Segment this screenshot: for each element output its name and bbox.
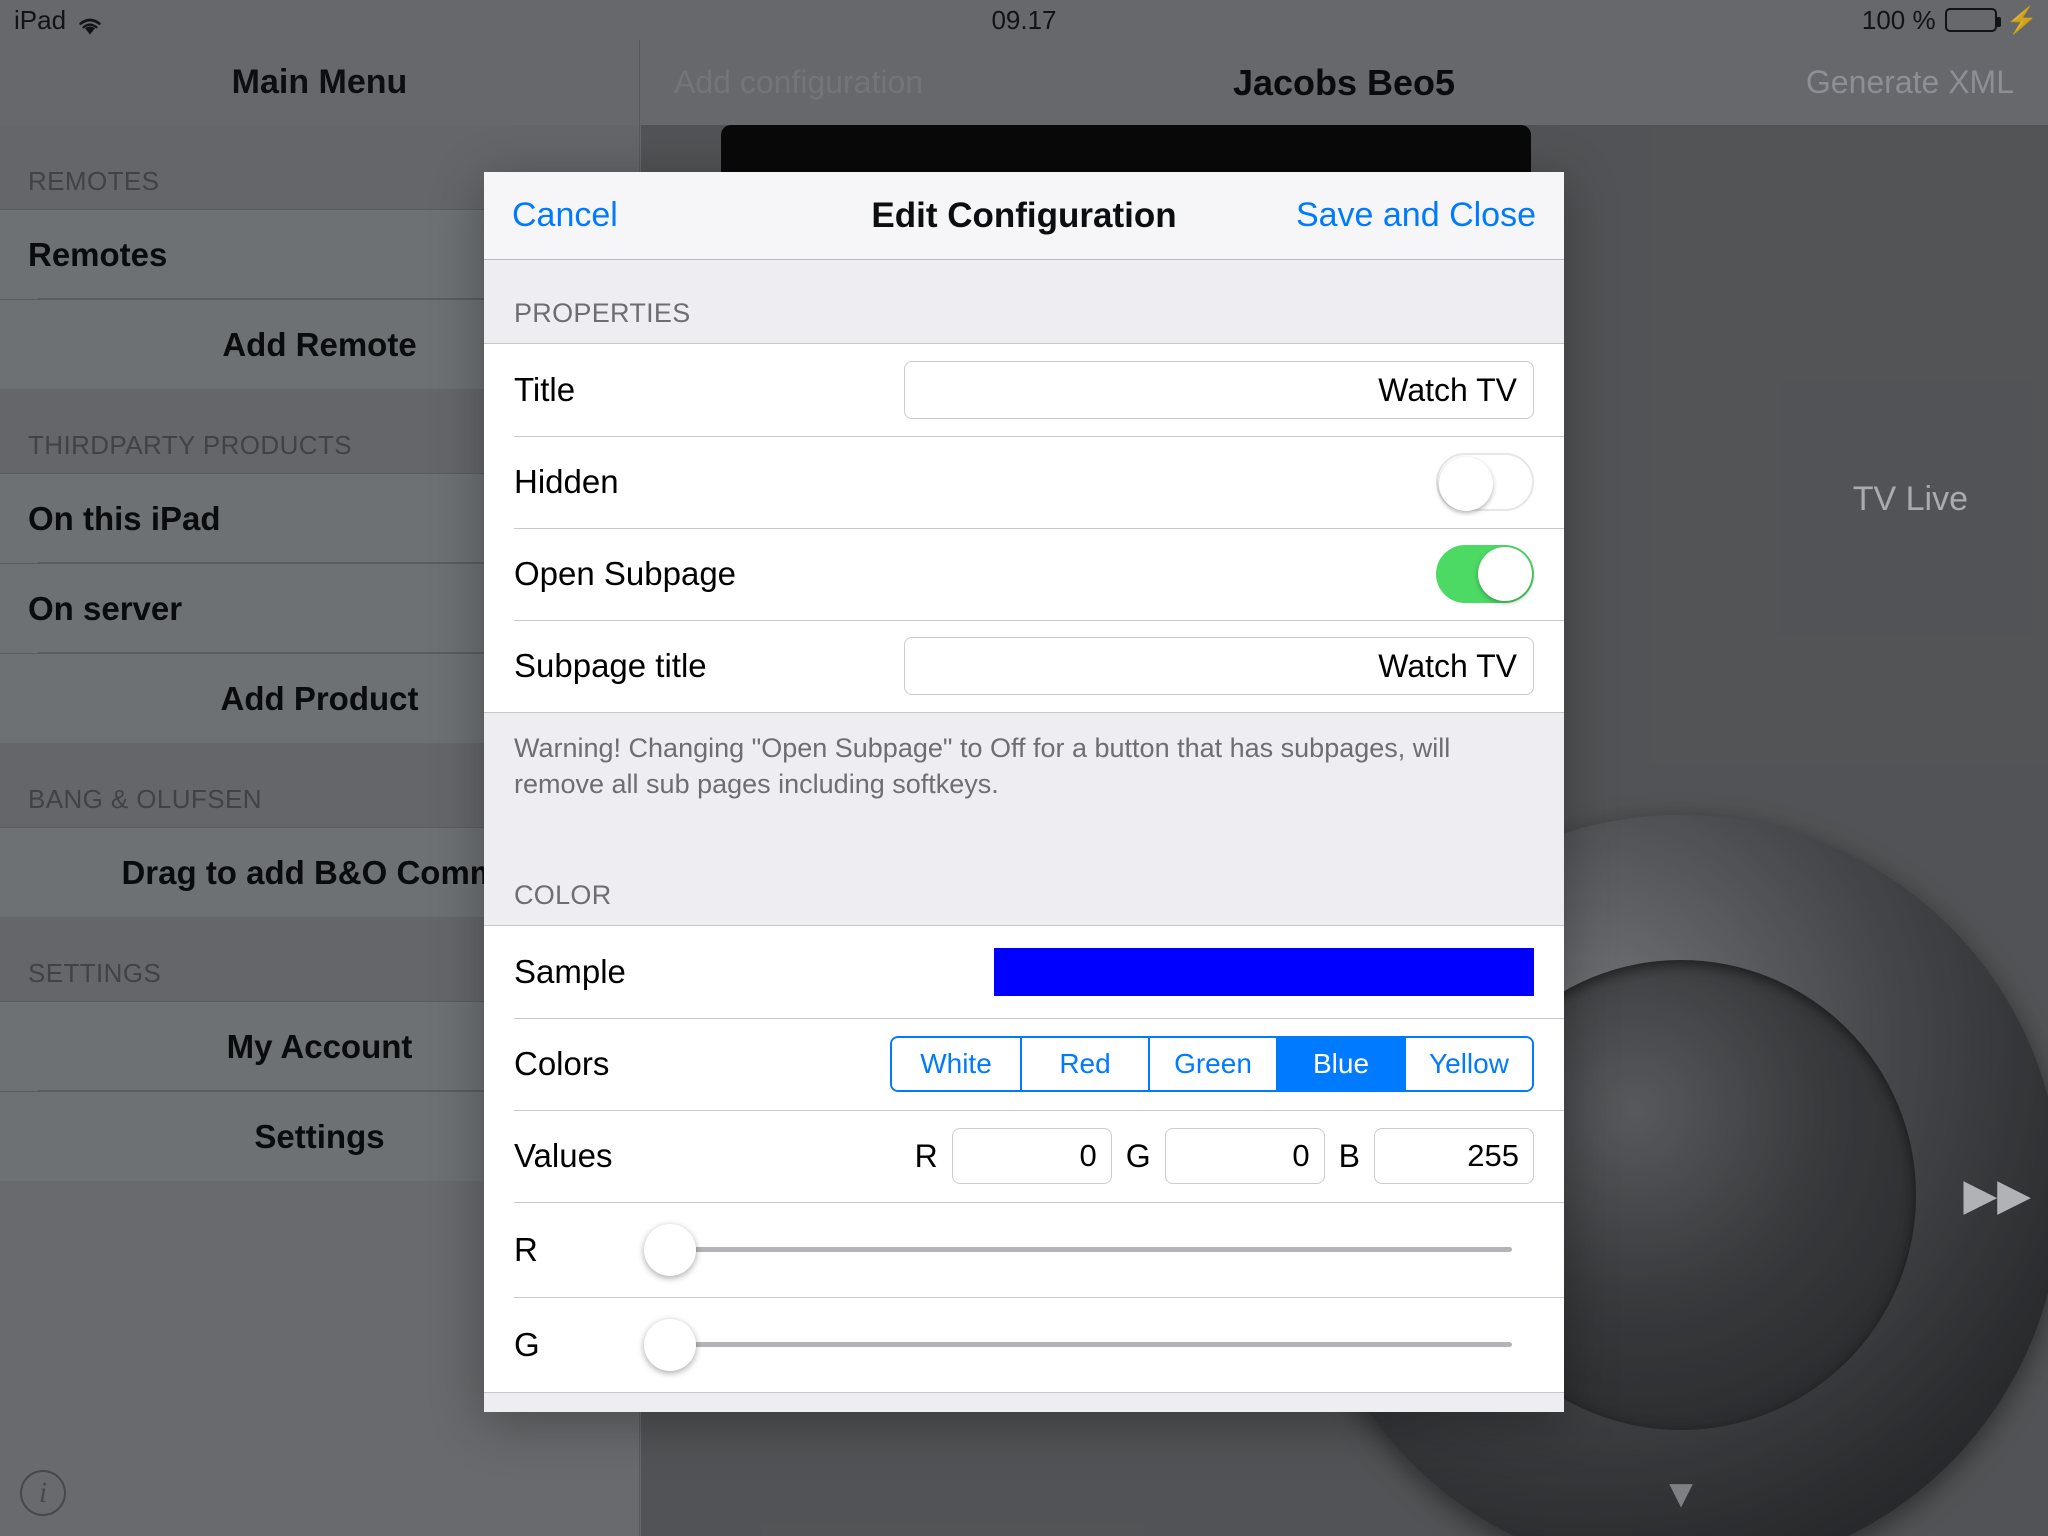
slider-track [644, 1342, 1512, 1348]
screen-root: iPad 09.17 100 % ⚡ Main Menu Add configu… [0, 0, 2048, 1536]
color-option-yellow[interactable]: Yellow [1404, 1038, 1532, 1091]
color-sample-swatch [994, 948, 1534, 997]
hidden-row: Hidden [484, 436, 1564, 528]
properties-group: Title Watch TV Hidden Open Subpage Subpa… [484, 343, 1564, 713]
color-option-blue[interactable]: Blue [1276, 1038, 1404, 1091]
color-option-red[interactable]: Red [1020, 1038, 1148, 1091]
rgb-values-group: R 0 G 0 B 255 [914, 1128, 1534, 1185]
r-label: R [914, 1137, 938, 1174]
hidden-toggle[interactable] [1436, 453, 1534, 511]
values-row: Values R 0 G 0 B 255 [484, 1110, 1564, 1203]
open-subpage-toggle[interactable] [1436, 545, 1534, 603]
g-slider[interactable] [644, 1318, 1512, 1371]
toggle-knob [1478, 547, 1532, 601]
b-input[interactable]: 255 [1374, 1128, 1534, 1185]
title-input[interactable]: Watch TV [904, 361, 1534, 419]
color-section-header: COLOR [484, 842, 1564, 926]
r-slider[interactable] [644, 1223, 1512, 1276]
g-slider-row: G [484, 1297, 1564, 1393]
hidden-label: Hidden [514, 463, 619, 500]
colors-label: Colors [514, 1045, 610, 1083]
color-option-white[interactable]: White [892, 1038, 1020, 1091]
subpage-title-input[interactable]: Watch TV [904, 637, 1534, 695]
color-group: Sample Colors White Red Green Blue Yellow Va… [484, 925, 1564, 1394]
color-segmented-control[interactable]: White Red Green Blue Yellow [890, 1036, 1534, 1093]
sample-row: Sample [484, 926, 1564, 1019]
edit-configuration-modal: Cancel Edit Configuration Save and Close… [484, 172, 1564, 1412]
g-input[interactable]: 0 [1164, 1128, 1325, 1185]
title-label: Title [514, 371, 576, 408]
open-subpage-label: Open Subpage [514, 555, 737, 592]
color-option-green[interactable]: Green [1148, 1038, 1276, 1091]
generate-xml-button[interactable]: Generate XML [1806, 64, 2014, 101]
r-slider-label: R [514, 1230, 538, 1268]
save-and-close-button[interactable]: Save and Close [1296, 196, 1536, 235]
b-label: B [1338, 1137, 1360, 1174]
subpage-title-label: Subpage title [514, 647, 707, 684]
g-label: G [1125, 1137, 1151, 1174]
properties-section-header: PROPERTIES [484, 260, 1564, 343]
colors-row: Colors White Red Green Blue Yellow [484, 1018, 1564, 1111]
modal-header: Cancel Edit Configuration Save and Close [484, 172, 1564, 260]
subpage-title-row: Subpage title Watch TV [484, 620, 1564, 712]
modal-body: PROPERTIES Title Watch TV Hidden Open Su… [484, 260, 1564, 1412]
open-subpage-row: Open Subpage [484, 528, 1564, 620]
slider-track [644, 1247, 1512, 1253]
sample-label: Sample [514, 953, 626, 991]
r-slider-row: R [484, 1202, 1564, 1298]
r-input[interactable]: 0 [951, 1128, 1112, 1185]
open-subpage-warning: Warning! Changing "Open Subpage" to Off … [484, 713, 1564, 843]
slider-knob[interactable] [644, 1223, 697, 1276]
title-row: Title Watch TV [484, 344, 1564, 436]
toggle-knob [1439, 457, 1493, 511]
slider-knob[interactable] [644, 1318, 697, 1371]
values-label: Values [514, 1137, 613, 1175]
g-slider-label: G [514, 1325, 540, 1363]
